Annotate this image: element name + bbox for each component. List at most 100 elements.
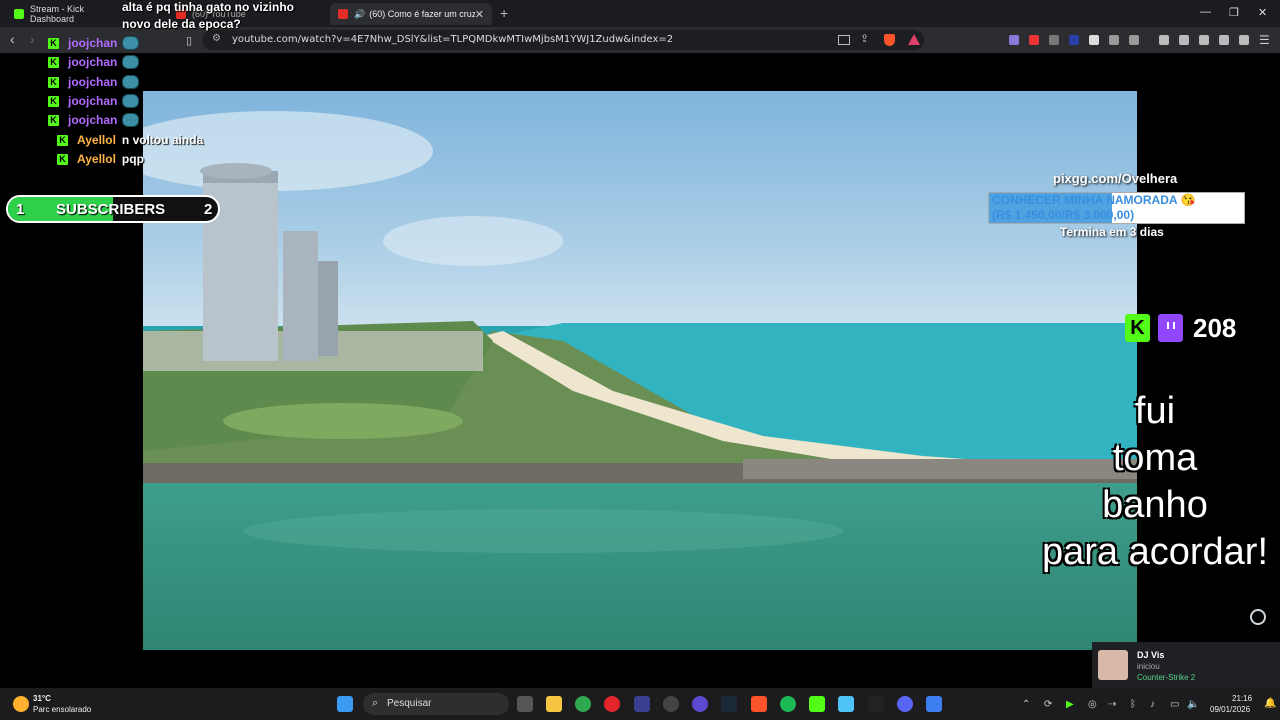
notification-game: Counter-Strike 2 — [1137, 673, 1196, 682]
extension-icon[interactable] — [1069, 35, 1079, 45]
subscriber-label: SUBSCRIBERS — [56, 201, 166, 218]
emote-icon — [122, 113, 140, 127]
close-tab-icon[interactable]: ✕ — [475, 8, 484, 21]
brave-shield-icon[interactable] — [884, 34, 895, 46]
screenshot-icon[interactable] — [1129, 35, 1139, 45]
emote-icon — [122, 36, 140, 50]
address-bar[interactable]: ⚙ youtube.com/watch?v=4E7Nhw_DSlY&list=T… — [202, 30, 924, 50]
clock-date[interactable]: 09/01/2026 — [1210, 705, 1250, 714]
chat-username: joojchan — [68, 36, 118, 50]
obs-icon[interactable] — [663, 696, 679, 712]
tab-label: (60) Como é fazer um cruzeir — [369, 9, 475, 19]
discord-icon[interactable] — [897, 696, 913, 712]
tray-icon[interactable]: ▶ — [1066, 699, 1074, 710]
cast-icon[interactable] — [838, 35, 850, 45]
task-view-icon[interactable] — [517, 696, 533, 712]
avatar — [1098, 650, 1128, 680]
network-icon[interactable]: ▭ — [1170, 699, 1179, 710]
chat-message: n voltou ainda — [121, 133, 204, 147]
spotify-icon[interactable] — [780, 696, 796, 712]
tray-icon[interactable]: ◎ — [1088, 699, 1097, 710]
kick-icon — [14, 9, 24, 19]
microphone-icon[interactable]: ♪ — [1150, 699, 1155, 710]
forward-button[interactable]: › — [30, 32, 35, 46]
brave-rewards-icon[interactable] — [908, 34, 920, 45]
kick-badge-icon: K — [57, 153, 68, 165]
chrome-icon[interactable] — [575, 696, 591, 712]
music-icon[interactable] — [1159, 35, 1169, 45]
opera-gx-icon[interactable] — [604, 696, 620, 712]
steam-icon[interactable] — [721, 696, 737, 712]
wallet-icon[interactable] — [1199, 35, 1209, 45]
emote-icon — [122, 75, 140, 89]
brave-icon[interactable] — [751, 696, 767, 712]
stream-caption: fui toma banho para acordar! — [1030, 388, 1280, 576]
notification-bell-icon[interactable]: 🔔 — [1264, 698, 1276, 709]
show-hidden-icons[interactable]: ⌃ — [1022, 699, 1030, 710]
caption-line: toma — [1112, 437, 1198, 479]
tray-icon[interactable]: ⇢ — [1108, 699, 1116, 710]
donation-url: pixgg.com/Ovelhera — [1053, 171, 1178, 186]
subscriber-goal-bar: 1 SUBSCRIBERS 2 — [6, 195, 220, 223]
share-icon[interactable]: ⇪ — [860, 32, 869, 45]
extension-icon[interactable] — [1029, 35, 1039, 45]
vpn-icon[interactable] — [1239, 35, 1249, 45]
extension-icon[interactable] — [1089, 35, 1099, 45]
bookmark-icon[interactable]: ▯ — [186, 34, 192, 48]
close-window-button[interactable]: ✕ — [1258, 6, 1267, 19]
maximize-button[interactable]: ❐ — [1229, 6, 1239, 19]
emote-icon — [122, 55, 140, 69]
kick-badge-icon: K — [48, 37, 59, 49]
tab-youtube-active[interactable]: 🔊 (60) Como é fazer um cruzeir ✕ — [330, 3, 492, 25]
notepad-icon[interactable] — [838, 696, 854, 712]
kick-logo-icon: K — [1125, 314, 1150, 342]
extension-icon[interactable] — [1049, 35, 1059, 45]
chat-message: pqp — [121, 152, 144, 166]
tab-label: Stream - Kick Dashboard — [30, 4, 85, 24]
volume-icon[interactable]: 🔈 — [1187, 699, 1199, 710]
app-icon[interactable] — [926, 696, 942, 712]
extension-icon[interactable] — [1009, 35, 1019, 45]
chat-line: K joojchan — [48, 34, 140, 52]
leo-ai-icon[interactable] — [1219, 35, 1229, 45]
caption-line: para acordar! — [1041, 531, 1268, 573]
chat-username: joojchan — [68, 94, 118, 108]
weather-icon[interactable] — [13, 696, 29, 712]
file-explorer-icon[interactable] — [546, 696, 562, 712]
tab-kick-dashboard[interactable]: Stream - Kick Dashboard — [6, 3, 118, 25]
search-placeholder: Pesquisar — [387, 698, 432, 709]
taskbar-search[interactable]: ⌕ Pesquisar — [363, 693, 509, 715]
site-settings-icon[interactable]: ⚙ — [212, 33, 221, 44]
kick-app-icon[interactable] — [809, 696, 825, 712]
kick-badge-icon: K — [48, 114, 59, 126]
viewer-count-widget: K 208 — [1125, 312, 1236, 344]
sidebar-icon[interactable] — [1179, 35, 1189, 45]
subscriber-goal: 2 — [204, 201, 213, 218]
minimize-button[interactable]: — — [1200, 6, 1211, 18]
chat-username: Ayellol — [77, 152, 116, 166]
chat-line: K joojchan — [48, 111, 140, 129]
app-icon[interactable] — [692, 696, 708, 712]
epic-games-icon[interactable] — [868, 696, 884, 712]
search-icon: ⌕ — [372, 697, 379, 709]
donation-goal-ends: Termina em 3 dias — [1060, 225, 1164, 239]
weather-condition: Parc ensolarado — [33, 705, 92, 714]
video-player[interactable] — [143, 91, 1137, 650]
discord-activity-notification[interactable]: DJ Vis iniciou Counter-Strike 2 — [1092, 642, 1280, 688]
chat-line: K joojchan — [48, 92, 140, 110]
url-text: youtube.com/watch?v=4E7Nhw_DSlY&list=TLP… — [232, 34, 674, 45]
bluetooth-icon[interactable]: ᛒ — [1130, 699, 1136, 710]
menu-icon[interactable]: ☰ — [1259, 33, 1270, 47]
caption-line: banho — [1102, 484, 1208, 526]
tray-icon[interactable]: ⟳ — [1044, 699, 1052, 710]
windows-start-icon[interactable] — [337, 696, 353, 712]
notification-user: DJ Vis — [1137, 650, 1165, 660]
chat-username: joojchan — [68, 113, 118, 127]
back-button[interactable]: ‹ — [10, 32, 15, 46]
new-tab-button[interactable]: + — [500, 5, 508, 21]
chat-username: joojchan — [68, 75, 118, 89]
chat-message-line: novo dele da epoca? — [122, 17, 241, 31]
app-icon[interactable] — [634, 696, 650, 712]
clock-time[interactable]: 21:16 — [1232, 694, 1252, 703]
extensions-puzzle-icon[interactable] — [1109, 35, 1119, 45]
